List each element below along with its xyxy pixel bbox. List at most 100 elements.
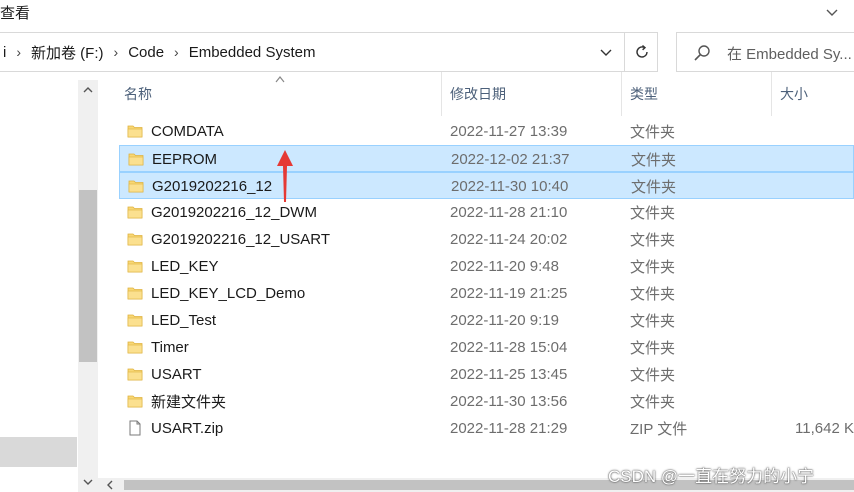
refresh-icon — [635, 44, 648, 58]
breadcrumb-separator[interactable]: › — [9, 44, 28, 60]
file-row[interactable]: USART 2022-11-25 13:45 文件夹 — [119, 361, 854, 388]
folder-icon — [127, 231, 143, 247]
nav-selected-item[interactable] — [0, 437, 77, 467]
column-header-row: 名称 修改日期 类型 大小 — [98, 72, 854, 116]
breadcrumb-item-partial[interactable]: i — [0, 44, 9, 61]
search-icon — [694, 45, 710, 61]
red-arrow-annotation-icon — [277, 150, 293, 202]
file-row[interactable]: USART.zip 2022-11-28 21:29 ZIP 文件 11,642 K — [119, 415, 854, 442]
column-header-date[interactable]: 修改日期 — [442, 72, 622, 116]
file-type: 文件夹 — [630, 313, 676, 330]
file-modified-date: 2022-11-30 13:56 — [450, 393, 568, 410]
file-modified-date: 2022-11-28 15:04 — [450, 339, 568, 356]
breadcrumb-item-code[interactable]: Code — [125, 44, 167, 61]
file-type: 文件夹 — [630, 286, 676, 303]
file-name[interactable]: LED_KEY_LCD_Demo — [151, 280, 305, 307]
breadcrumb: i › 新加卷 (F:) › Code › Embedded System — [0, 33, 318, 71]
file-row[interactable]: G2019202216_12_USART 2022-11-24 20:02 文件夹 — [119, 226, 854, 253]
refresh-button[interactable] — [624, 33, 658, 71]
file-type: 文件夹 — [631, 179, 677, 196]
file-type: 文件夹 — [630, 232, 676, 249]
file-size — [770, 173, 854, 200]
file-row[interactable]: COMDATA 2022-11-27 13:39 文件夹 — [119, 118, 854, 145]
chevron-left-icon — [107, 480, 113, 490]
file-name[interactable]: G2019202216_12 — [152, 173, 272, 200]
file-modified-date: 2022-11-28 21:10 — [450, 204, 568, 221]
file-name[interactable]: LED_KEY — [151, 253, 219, 280]
file-modified-date: 2022-11-19 21:25 — [450, 285, 568, 302]
file-name[interactable]: EEPROM — [152, 146, 217, 173]
file-name[interactable]: USART.zip — [151, 415, 223, 442]
file-name[interactable]: LED_Test — [151, 307, 216, 334]
scroll-down-button[interactable] — [80, 474, 96, 490]
file-row[interactable]: Timer 2022-11-28 15:04 文件夹 — [119, 334, 854, 361]
file-row[interactable]: 新建文件夹 2022-11-30 13:56 文件夹 — [119, 388, 854, 415]
navigation-pane[interactable] — [0, 80, 77, 492]
folder-icon — [127, 204, 143, 220]
file-size: 11,642 K — [795, 420, 854, 437]
column-header-type[interactable]: 类型 — [622, 72, 772, 116]
nav-vertical-scrollbar[interactable] — [78, 80, 98, 492]
file-name[interactable]: 新建文件夹 — [151, 388, 226, 415]
file-size — [769, 253, 854, 280]
file-row[interactable]: LED_KEY_LCD_Demo 2022-11-19 21:25 文件夹 — [119, 280, 854, 307]
chevron-up-icon — [83, 87, 93, 93]
file-row[interactable]: LED_Test 2022-11-20 9:19 文件夹 — [119, 307, 854, 334]
chevron-down-icon — [600, 49, 612, 56]
column-header-size[interactable]: 大小 — [772, 72, 854, 116]
file-row[interactable]: EEPROM 2022-12-02 21:37 文件夹 — [119, 145, 854, 172]
column-name-label: 名称 — [124, 86, 152, 102]
menu-view[interactable]: 查看 — [0, 2, 30, 23]
file-list: 名称 修改日期 类型 大小 COMDATA 2022-11-27 13:39 文件夹… — [98, 72, 854, 492]
scroll-left-button[interactable] — [104, 479, 116, 491]
file-modified-date: 2022-11-20 9:19 — [450, 312, 559, 329]
address-bar[interactable]: i › 新加卷 (F:) › Code › Embedded System — [0, 32, 658, 72]
breadcrumb-item-embedded-system[interactable]: Embedded System — [186, 44, 319, 61]
file-modified-date: 2022-11-28 21:29 — [450, 420, 568, 437]
file-type: 文件夹 — [630, 394, 676, 411]
address-history-dropdown[interactable] — [590, 33, 622, 71]
search-input[interactable]: 在 Embedded Sy... — [727, 43, 852, 64]
file-modified-date: 2022-12-02 21:37 — [451, 151, 570, 168]
file-name[interactable]: COMDATA — [151, 118, 224, 145]
breadcrumb-item-drive[interactable]: 新加卷 (F:) — [28, 42, 107, 63]
breadcrumb-separator[interactable]: › — [107, 44, 126, 60]
file-type: 文件夹 — [631, 152, 677, 169]
file-size — [769, 388, 854, 415]
folder-icon — [128, 178, 144, 194]
file-type: 文件夹 — [630, 367, 676, 384]
scroll-up-button[interactable] — [80, 82, 96, 98]
file-name[interactable]: G2019202216_12_USART — [151, 226, 330, 253]
file-size — [769, 226, 854, 253]
breadcrumb-separator[interactable]: › — [167, 44, 186, 60]
file-row[interactable]: G2019202216_12 2022-11-30 10:40 文件夹 — [119, 172, 854, 199]
folder-icon — [127, 393, 143, 409]
file-name[interactable]: G2019202216_12_DWM — [151, 199, 317, 226]
file-row[interactable]: LED_KEY 2022-11-20 9:48 文件夹 — [119, 253, 854, 280]
search-box[interactable]: 在 Embedded Sy... — [676, 32, 854, 72]
file-size — [770, 146, 854, 173]
watermark: CSDN @一直在努力的小宁 — [608, 467, 815, 486]
file-type: 文件夹 — [630, 340, 676, 357]
folder-icon — [127, 366, 143, 382]
scrollbar-thumb[interactable] — [79, 190, 97, 362]
file-type: 文件夹 — [630, 259, 676, 276]
file-name[interactable]: Timer — [151, 334, 189, 361]
zip-file-icon — [127, 420, 143, 436]
file-size — [769, 334, 854, 361]
file-row[interactable]: G2019202216_12_DWM 2022-11-28 21:10 文件夹 — [119, 199, 854, 226]
file-size — [769, 307, 854, 334]
column-date-label: 修改日期 — [450, 86, 506, 102]
column-type-label: 类型 — [630, 86, 658, 102]
column-header-name[interactable]: 名称 — [116, 72, 442, 116]
file-type: 文件夹 — [630, 124, 676, 141]
file-size — [769, 361, 854, 388]
file-modified-date: 2022-11-25 13:45 — [450, 366, 568, 383]
folder-icon — [127, 258, 143, 274]
file-size — [769, 118, 854, 145]
ribbon-expand-button[interactable] — [824, 4, 840, 20]
file-type: 文件夹 — [630, 205, 676, 222]
file-modified-date: 2022-11-27 13:39 — [450, 123, 568, 140]
file-size — [769, 199, 854, 226]
file-name[interactable]: USART — [151, 361, 202, 388]
